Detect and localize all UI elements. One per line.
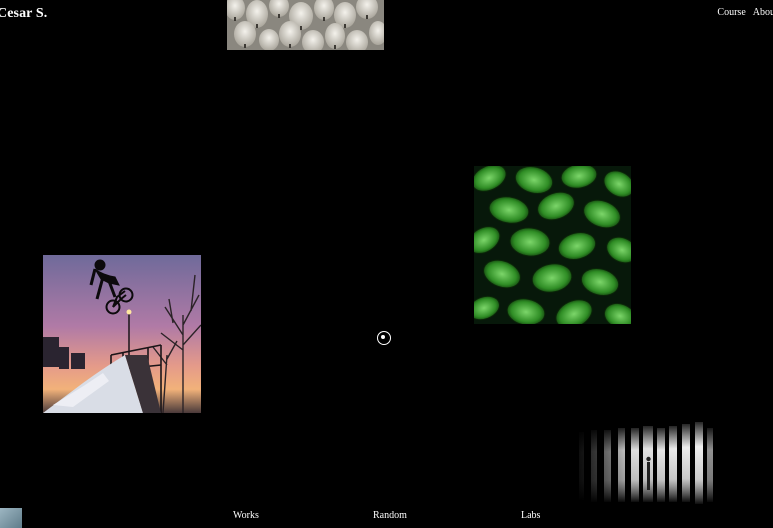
nav-course[interactable]: Course: [717, 7, 745, 18]
gallery-image-light-bars[interactable]: [575, 422, 715, 506]
custom-cursor-icon: [377, 331, 391, 345]
nav-random[interactable]: Random: [373, 510, 407, 521]
gallery-image-lanterns[interactable]: [227, 0, 384, 50]
gallery-image-corner[interactable]: [0, 508, 22, 528]
nav-labs[interactable]: Labs: [521, 510, 540, 521]
nav-about[interactable]: Abou: [753, 7, 773, 18]
gallery-image-bmx[interactable]: [43, 255, 201, 413]
nav-works[interactable]: Works: [233, 510, 259, 521]
gallery-image-leaves[interactable]: [474, 166, 631, 324]
site-brand[interactable]: Cesar S.: [0, 6, 47, 22]
top-nav: Course Abou: [717, 7, 773, 18]
